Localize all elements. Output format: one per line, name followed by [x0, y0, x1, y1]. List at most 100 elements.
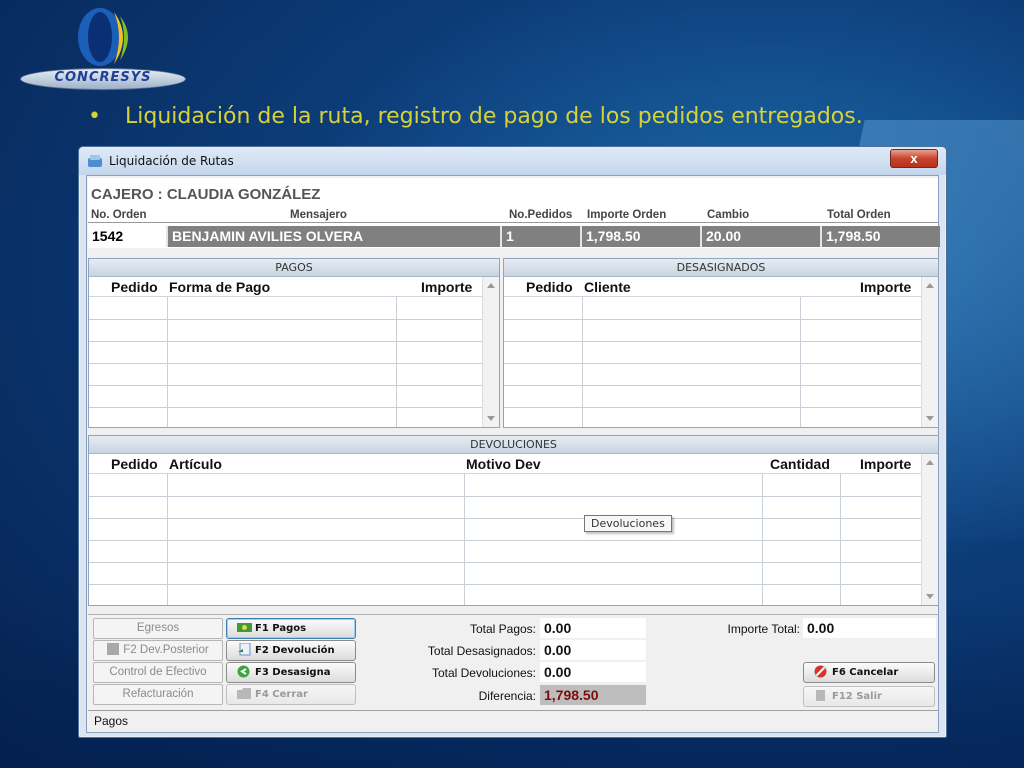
status-bar: Pagos: [88, 710, 938, 732]
pagos-caption: PAGOS: [89, 259, 499, 277]
desasignados-hline: [504, 319, 921, 320]
dev-posterior-button[interactable]: F2 Dev.Posterior: [93, 640, 223, 661]
desasignados-hline: [504, 363, 921, 364]
f6-cancelar-button[interactable]: F6 Cancelar: [803, 662, 935, 683]
col-importe-orden: Importe Orden: [587, 209, 667, 221]
f12-salir-label: F12 Salir: [832, 691, 882, 702]
actions-panel: Egresos F2 Dev.Posterior Control de Efec…: [88, 614, 938, 709]
header-divider: [88, 222, 938, 223]
pagos-scrollbar[interactable]: [482, 277, 499, 427]
scroll-down-icon[interactable]: [926, 416, 934, 421]
devoluciones-scrollbar[interactable]: [921, 454, 938, 605]
f12-salir-button[interactable]: F12 Salir: [803, 686, 935, 707]
devoluciones-hline: [89, 518, 921, 519]
col-mensajero: Mensajero: [290, 209, 347, 221]
importe-total-label: Importe Total:: [727, 622, 800, 636]
cell-importe-orden: 1,798.50: [582, 226, 702, 247]
pagos-hline: [89, 319, 482, 320]
scroll-up-icon[interactable]: [487, 283, 495, 288]
devoluciones-hline: [89, 562, 921, 563]
devoluciones-caption: DEVOLUCIONES: [89, 436, 938, 454]
col-pedidos: No.Pedidos: [509, 209, 573, 221]
window-titlebar[interactable]: Liquidación de Rutas x: [79, 147, 946, 175]
devoluciones-header: Pedido Artículo Motivo Dev Cantidad Impo…: [89, 454, 921, 474]
cell-cambio: 20.00: [702, 226, 822, 247]
scroll-up-icon[interactable]: [926, 460, 934, 465]
dev-posterior-label: F2 Dev.Posterior: [123, 644, 209, 656]
slide-title-text: Liquidación de la ruta, registro de pago…: [124, 104, 863, 129]
diferencia-label: Diferencia:: [478, 689, 536, 703]
desasignados-grid[interactable]: DESASIGNADOS Pedido Cliente Importe: [503, 258, 939, 428]
cell-total-orden: 1,798.50: [826, 228, 881, 244]
f6-cancelar-label: F6 Cancelar: [832, 667, 899, 678]
f3-desasigna-button[interactable]: F3 Desasigna: [226, 662, 356, 683]
devoluciones-grid[interactable]: DEVOLUCIONES Pedido Artículo Motivo Dev …: [88, 435, 939, 606]
close-button[interactable]: x: [890, 149, 938, 168]
app-icon: [88, 155, 102, 167]
pagos-hline: [89, 407, 482, 408]
devoluciones-hline: [89, 496, 921, 497]
desasignados-col-pedido[interactable]: Pedido: [526, 279, 573, 295]
f1-pagos-label: F1 Pagos: [255, 623, 307, 634]
bullet: •: [88, 104, 101, 129]
col-cambio: Cambio: [707, 209, 750, 221]
cell-pedidos: 1: [502, 226, 582, 247]
liquidacion-window: Liquidación de Rutas x CAJERO : CLAUDIA …: [78, 146, 947, 738]
scroll-down-icon[interactable]: [487, 416, 495, 421]
desasignados-col-importe[interactable]: Importe: [860, 279, 911, 295]
total-devoluciones-value: 0.00: [540, 662, 646, 682]
pagos-col-importe[interactable]: Importe: [421, 279, 472, 295]
devoluciones-col-pedido[interactable]: Pedido: [111, 456, 158, 472]
devoluciones-tooltip: Devoluciones: [584, 515, 672, 532]
col-total-orden: Total Orden: [827, 209, 891, 221]
f4-cerrar-button[interactable]: F4 Cerrar: [226, 684, 356, 705]
window-client: CAJERO : CLAUDIA GONZÁLEZ No. Orden Mens…: [86, 175, 940, 733]
desasignados-scrollbar[interactable]: [921, 277, 938, 427]
control-efectivo-button[interactable]: Control de Efectivo: [93, 662, 223, 683]
scroll-down-icon[interactable]: [926, 594, 934, 599]
col-orden: No. Orden: [91, 209, 147, 221]
devoluciones-col-importe[interactable]: Importe: [860, 456, 911, 472]
money-icon: [237, 623, 252, 632]
pagos-col-pedido[interactable]: Pedido: [111, 279, 158, 295]
order-row[interactable]: 1542 BENJAMIN AVILIES OLVERA 1 1,798.50 …: [88, 226, 940, 247]
back-arrow-icon: [237, 665, 250, 678]
desasignados-col-cliente[interactable]: Cliente: [584, 279, 631, 295]
return-icon: [238, 643, 251, 656]
total-pagos-value: 0.00: [540, 618, 646, 638]
desasignados-hline: [504, 407, 921, 408]
pagos-hline: [89, 363, 482, 364]
pagos-hline: [89, 385, 482, 386]
f1-pagos-button[interactable]: F1 Pagos: [226, 618, 356, 639]
total-pagos-label: Total Pagos:: [469, 622, 536, 636]
pagos-grid[interactable]: PAGOS Pedido Forma de Pago Importe: [88, 258, 500, 428]
devoluciones-col-cantidad[interactable]: Cantidad: [770, 456, 830, 472]
devoluciones-hline: [89, 584, 921, 585]
total-desasignados-label: Total Desasignados:: [427, 644, 536, 658]
pagos-header: Pedido Forma de Pago Importe: [89, 277, 482, 297]
desasignados-hline: [504, 341, 921, 342]
f2-devolucion-button[interactable]: F2 Devolución: [226, 640, 356, 661]
importe-total-value: 0.00: [803, 618, 936, 638]
devoluciones-col-motivo[interactable]: Motivo Dev: [466, 456, 541, 472]
cajero-label: CAJERO : CLAUDIA GONZÁLEZ: [91, 186, 321, 203]
cancel-icon: [814, 665, 827, 678]
refacturacion-button[interactable]: Refacturación: [93, 684, 223, 705]
desasignados-hline: [504, 385, 921, 386]
logo-mark-icon: [78, 8, 128, 66]
f3-desasigna-label: F3 Desasigna: [255, 667, 331, 678]
scroll-up-icon[interactable]: [926, 283, 934, 288]
devoluciones-col-articulo[interactable]: Artículo: [169, 456, 222, 472]
pagos-col-forma[interactable]: Forma de Pago: [169, 279, 270, 295]
order-header: CAJERO : CLAUDIA GONZÁLEZ No. Orden Mens…: [88, 178, 940, 248]
window-title: Liquidación de Rutas: [109, 154, 234, 168]
exit-door-icon: [816, 690, 825, 701]
egresos-button[interactable]: Egresos: [93, 618, 223, 639]
folder-icon: [237, 688, 251, 699]
desasignados-caption: DESASIGNADOS: [504, 259, 938, 277]
cell-mensajero: BENJAMIN AVILIES OLVERA: [168, 226, 502, 247]
desasignados-header: Pedido Cliente Importe: [504, 277, 921, 297]
devoluciones-hline: [89, 540, 921, 541]
diferencia-value: 1,798.50: [540, 685, 646, 705]
f4-cerrar-label: F4 Cerrar: [255, 689, 308, 700]
